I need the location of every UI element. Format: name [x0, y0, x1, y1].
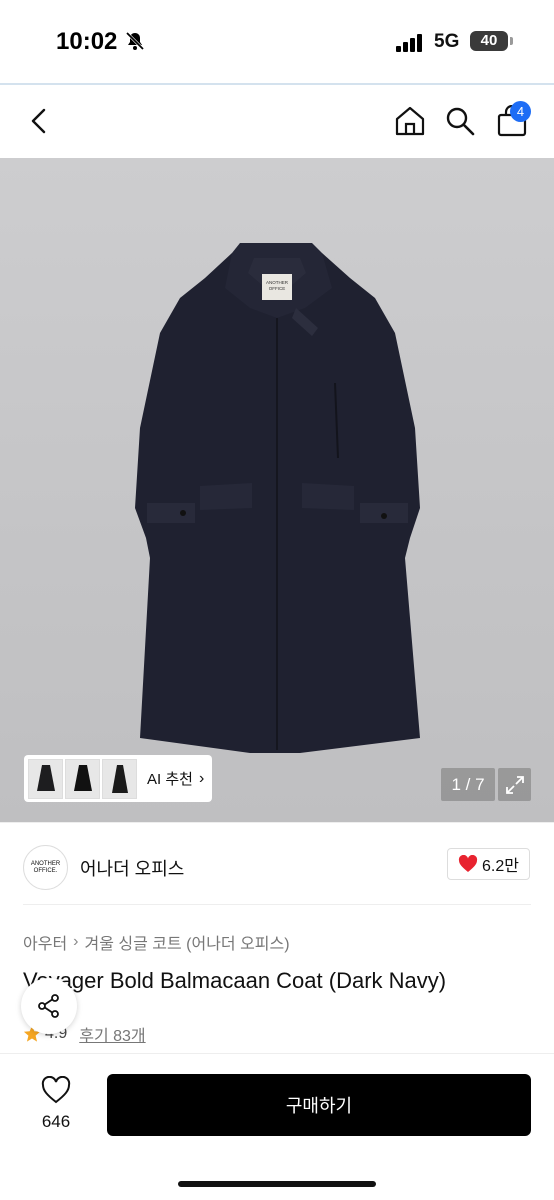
coat-thumbnail-icon	[111, 764, 128, 793]
back-icon	[31, 108, 46, 134]
wishlist-button[interactable]: 646	[28, 1076, 84, 1136]
brand-row[interactable]: ANOTHER OFFICE. 어나더 오피스 6.2만	[0, 822, 554, 906]
brand-like-count: 6.2만	[482, 858, 519, 875]
ai-recommend-label: AI 추천	[147, 771, 193, 788]
expand-icon	[505, 775, 524, 794]
signal-icon	[396, 34, 422, 52]
back-button[interactable]	[20, 101, 60, 141]
ai-recommend-strip[interactable]: AI 추천 ›	[24, 755, 212, 802]
chevron-right-icon: ›	[198, 769, 205, 787]
image-pager: 1 / 7	[441, 768, 495, 801]
cart-count-badge: 4	[510, 101, 531, 122]
brand-tag-line2: OFFICE	[269, 286, 286, 291]
bottom-action-bar: 646 구매하기	[0, 1053, 554, 1200]
share-button[interactable]	[21, 978, 77, 1034]
coat-image: ANOTHER OFFICE	[135, 243, 420, 753]
search-button[interactable]	[440, 101, 480, 141]
thumbnail-3[interactable]	[102, 758, 137, 799]
search-icon	[446, 107, 475, 136]
battery-indicator: 40	[470, 31, 508, 51]
status-bar: 10:02 5G 40	[0, 0, 554, 85]
share-icon	[38, 994, 59, 1018]
wishlist-count: 646	[41, 1112, 71, 1131]
coat-thumbnail-icon	[36, 764, 55, 791]
bell-slash-icon	[125, 31, 145, 51]
thumbnail-2[interactable]	[65, 758, 100, 799]
product-image[interactable]: ANOTHER OFFICE	[0, 158, 554, 822]
buy-button[interactable]: 구매하기	[107, 1074, 531, 1136]
chevron-right-icon: ›	[73, 933, 79, 950]
brand-name[interactable]: 어나더 오피스	[80, 855, 184, 881]
heart-filled-icon	[458, 855, 478, 872]
brand-like-button[interactable]: 6.2만	[447, 848, 530, 880]
brand-logo-line2: OFFICE.	[33, 867, 58, 874]
brand-tag-line1: ANOTHER	[266, 280, 289, 285]
brand-logo-line1: ANOTHER	[30, 860, 61, 867]
network-label: 5G	[434, 31, 460, 52]
battery-tip	[510, 37, 513, 45]
product-title: Voyager Bold Balmacaan Coat (Dark Navy)	[23, 968, 447, 993]
home-button[interactable]	[390, 101, 430, 141]
reviews-link[interactable]: 후기 83개	[79, 1022, 145, 1046]
heart-outline-icon	[41, 1076, 71, 1104]
status-time: 10:02	[56, 28, 118, 55]
thumbnail-1[interactable]	[28, 758, 63, 799]
brand-logo[interactable]: ANOTHER OFFICE.	[23, 845, 68, 890]
breadcrumb-category[interactable]: 아우터	[23, 930, 67, 954]
expand-button[interactable]	[498, 768, 531, 801]
home-icon	[395, 106, 425, 136]
breadcrumb: 아우터 › 겨울 싱글 코트 (어나더 오피스)	[23, 930, 290, 954]
nav-bar	[0, 85, 554, 158]
coat-thumbnail-icon	[73, 764, 92, 791]
breadcrumb-subcategory[interactable]: 겨울 싱글 코트 (어나더 오피스)	[85, 930, 290, 954]
divider	[23, 904, 531, 905]
home-indicator	[178, 1181, 376, 1187]
